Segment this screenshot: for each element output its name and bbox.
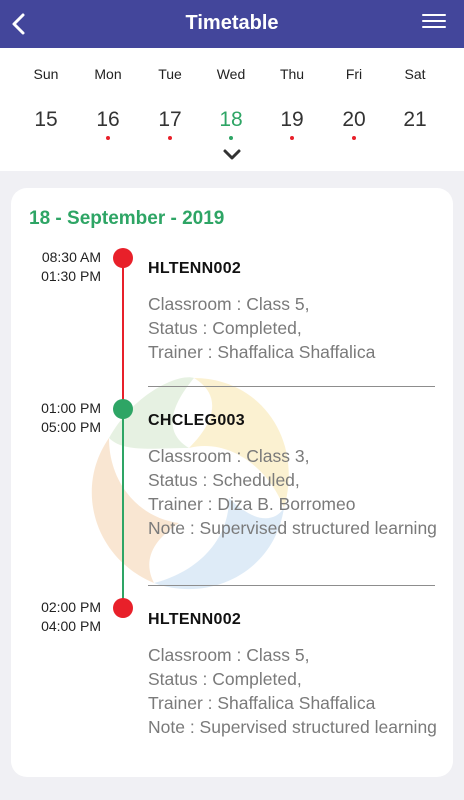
day-number-selected: 18 (219, 108, 243, 131)
event-dot (352, 136, 356, 140)
schedule-date: 18 - September - 2019 (29, 208, 225, 229)
status-text: Status : Scheduled, (148, 470, 300, 490)
day-number: 21 (403, 108, 427, 131)
end-time: 05:00 PM (41, 419, 101, 435)
day-name: Sun (33, 66, 59, 82)
entry-details: Classroom : Class 5, Status : Completed,… (148, 643, 438, 739)
chevron-down-icon (223, 149, 241, 160)
event-dot (168, 136, 172, 140)
timeline-segment (122, 258, 124, 408)
status-dot (113, 598, 133, 618)
start-time: 01:00 PM (41, 400, 101, 416)
week-strip: Sun 15 Mon 16 Tue 17 Wed 18 Thu 19 Fri 2… (0, 48, 464, 171)
end-time: 01:30 PM (41, 268, 101, 284)
day-name: Mon (94, 66, 122, 82)
note-text: Note : Supervised structured learning (148, 518, 437, 538)
day-name: Fri (345, 66, 363, 82)
timetable-card: 18 - September - 2019 08:30 AM 01:30 PM … (11, 188, 453, 777)
unit-code: CHCLEG003 (148, 412, 245, 429)
entry-times: 01:00 PM 05:00 PM (11, 399, 101, 437)
app-header: Timetable (0, 0, 464, 48)
day-number: 17 (158, 108, 182, 131)
trainer-text: Trainer : Shaffalica Shaffalica (148, 342, 376, 362)
page-title: Timetable (185, 12, 279, 34)
status-dot (113, 399, 133, 419)
end-time: 04:00 PM (41, 618, 101, 634)
entry-times: 02:00 PM 04:00 PM (11, 598, 101, 636)
day-name: Tue (158, 66, 182, 82)
expand-calendar-button[interactable] (222, 148, 242, 162)
entry-details: Classroom : Class 3, Status : Scheduled,… (148, 444, 438, 540)
day-number: 20 (342, 108, 366, 131)
entry-times: 08:30 AM 01:30 PM (11, 248, 101, 286)
event-dot (290, 136, 294, 140)
entry-details: Classroom : Class 5, Status : Completed,… (148, 292, 438, 364)
status-text: Status : Completed, (148, 318, 302, 338)
day-number: 15 (34, 108, 58, 131)
status-text: Status : Completed, (148, 669, 302, 689)
entry-divider (148, 386, 435, 387)
event-dot (106, 136, 110, 140)
entry-divider (148, 585, 435, 586)
day-number: 16 (96, 108, 120, 131)
day-name: Thu (279, 66, 305, 82)
start-time: 02:00 PM (41, 599, 101, 615)
trainer-text: Trainer : Shaffalica Shaffalica (148, 693, 376, 713)
unit-code: HLTENN002 (148, 611, 242, 628)
day-number: 19 (280, 108, 304, 131)
status-dot (113, 248, 133, 268)
classroom-text: Classroom : Class 5, (148, 294, 310, 314)
note-text: Note : Supervised structured learning (148, 717, 437, 737)
start-time: 08:30 AM (41, 249, 101, 265)
event-dot (229, 136, 233, 140)
day-name: Wed (216, 66, 246, 82)
timeline-segment (122, 408, 124, 608)
classroom-text: Classroom : Class 3, (148, 446, 310, 466)
trainer-text: Trainer : Diza B. Borromeo (148, 494, 356, 514)
day-name: Sat (404, 66, 426, 82)
classroom-text: Classroom : Class 5, (148, 645, 310, 665)
menu-button[interactable] (422, 14, 446, 34)
hamburger-menu-icon (422, 14, 446, 16)
unit-code: HLTENN002 (148, 260, 242, 277)
